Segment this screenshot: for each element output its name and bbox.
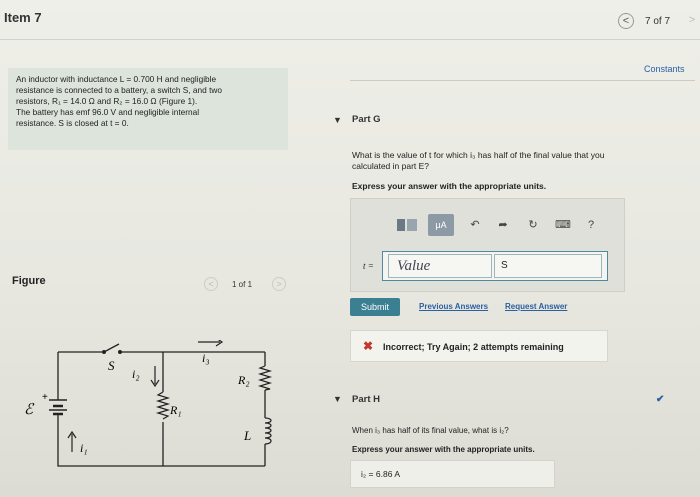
label-switch: S <box>108 358 115 373</box>
request-answer-link[interactable]: Request Answer <box>505 302 567 311</box>
label-i2: i₂ <box>132 367 140 381</box>
value-input[interactable]: Value <box>388 254 492 278</box>
page: Item 7 < 7 of 7 > An inductor with induc… <box>0 0 700 497</box>
part-g-caret-icon[interactable]: ▼ <box>333 115 342 125</box>
resistor-r2 <box>257 365 273 391</box>
switch-contact-right <box>118 350 122 354</box>
figure-next-button[interactable]: > <box>272 277 286 291</box>
label-emf: ℰ <box>24 402 35 418</box>
part-h-question: When i₃ has half of its final value, wha… <box>352 426 509 435</box>
checkmark-icon: ✔ <box>656 394 665 405</box>
item-counter: 7 of 7 <box>645 16 671 27</box>
part-g-instruction: Express your answer with the appropriate… <box>352 181 547 191</box>
label-plus: + <box>42 392 48 403</box>
part-h-answer: i₂ = 6.86 A <box>350 460 555 488</box>
problem-line-3: resistors, R₁ = 14.0 Ω and R₂ = 16.0 Ω (… <box>16 96 198 106</box>
submit-button[interactable]: Submit <box>350 298 400 316</box>
problem-line-5: resistance. S is closed at t = 0. <box>16 118 129 128</box>
inductor-l <box>264 417 272 445</box>
previous-answers-link[interactable]: Previous Answers <box>419 302 488 311</box>
templates-icon[interactable] <box>390 214 424 236</box>
wire-bottom <box>57 414 265 467</box>
part-h-instruction: Express your answer with the appropriate… <box>352 445 535 454</box>
part-g-question-line-2: calculated in part E? <box>352 161 430 171</box>
part-h-answer-value: 6.86 A <box>375 469 400 479</box>
part-g-question-line-1: What is the value of t for which i₃ has … <box>352 150 605 160</box>
label-i1: i₁ <box>80 441 88 455</box>
figure-prev-button[interactable]: < <box>204 277 218 291</box>
part-g-question: What is the value of t for which i₃ has … <box>352 150 672 172</box>
part-h-caret-icon[interactable]: ▼ <box>333 394 342 404</box>
keyboard-icon[interactable]: ⌨ <box>552 214 574 236</box>
part-h-answer-label: i₂ = <box>361 469 374 479</box>
feedback-box: ✖ Incorrect; Try Again; 2 attempts remai… <box>350 330 608 362</box>
variable-label: t = <box>363 261 374 271</box>
label-r1: R₁ <box>169 403 182 417</box>
resistor-r1 <box>155 391 171 420</box>
problem-line-4: The battery has emf 96.0 V and negligibl… <box>16 107 200 117</box>
constants-link[interactable]: Constants <box>644 64 685 74</box>
separator <box>350 80 695 81</box>
problem-line-2: resistance is connected to a battery, a … <box>16 85 222 95</box>
part-h-title[interactable]: Part H <box>352 394 380 405</box>
arrow-i3-head <box>215 340 224 347</box>
undo-icon[interactable]: ↶ <box>466 214 484 236</box>
units-input[interactable]: S <box>494 254 602 278</box>
label-r2: R₂ <box>237 373 250 387</box>
incorrect-icon: ✖ <box>363 339 374 353</box>
figure-pager: < 1 of 1 > <box>204 277 288 293</box>
problem-statement: An inductor with inductance L = 0.700 H … <box>8 68 288 150</box>
figure-label: Figure <box>12 275 46 287</box>
feedback-text: Incorrect; Try Again; 2 attempts remaini… <box>383 342 564 352</box>
units-button[interactable]: μA <box>428 214 454 236</box>
switch-blade <box>103 343 120 353</box>
label-l: L <box>243 428 251 443</box>
next-item-button[interactable]: > <box>684 13 700 29</box>
redo-icon[interactable]: ➦ <box>494 214 512 236</box>
reset-icon[interactable]: ↻ <box>524 214 542 236</box>
figure-page-text: 1 of 1 <box>232 280 253 289</box>
help-icon[interactable]: ? <box>584 214 598 236</box>
problem-line-1: An inductor with inductance L = 0.700 H … <box>16 74 217 84</box>
label-i3: i₃ <box>202 351 210 365</box>
part-g-title[interactable]: Part G <box>352 114 381 125</box>
item-title: Item 7 <box>4 10 42 25</box>
top-bar: Item 7 < 7 of 7 > <box>0 0 700 40</box>
math-toolbar: μA ↶ ➦ ↻ ⌨ ? <box>390 214 610 238</box>
circuit-diagram: S i₂ i₃ R₂ R₁ L ℰ + i₁ <box>24 340 273 467</box>
previous-item-button[interactable]: < <box>618 13 634 29</box>
